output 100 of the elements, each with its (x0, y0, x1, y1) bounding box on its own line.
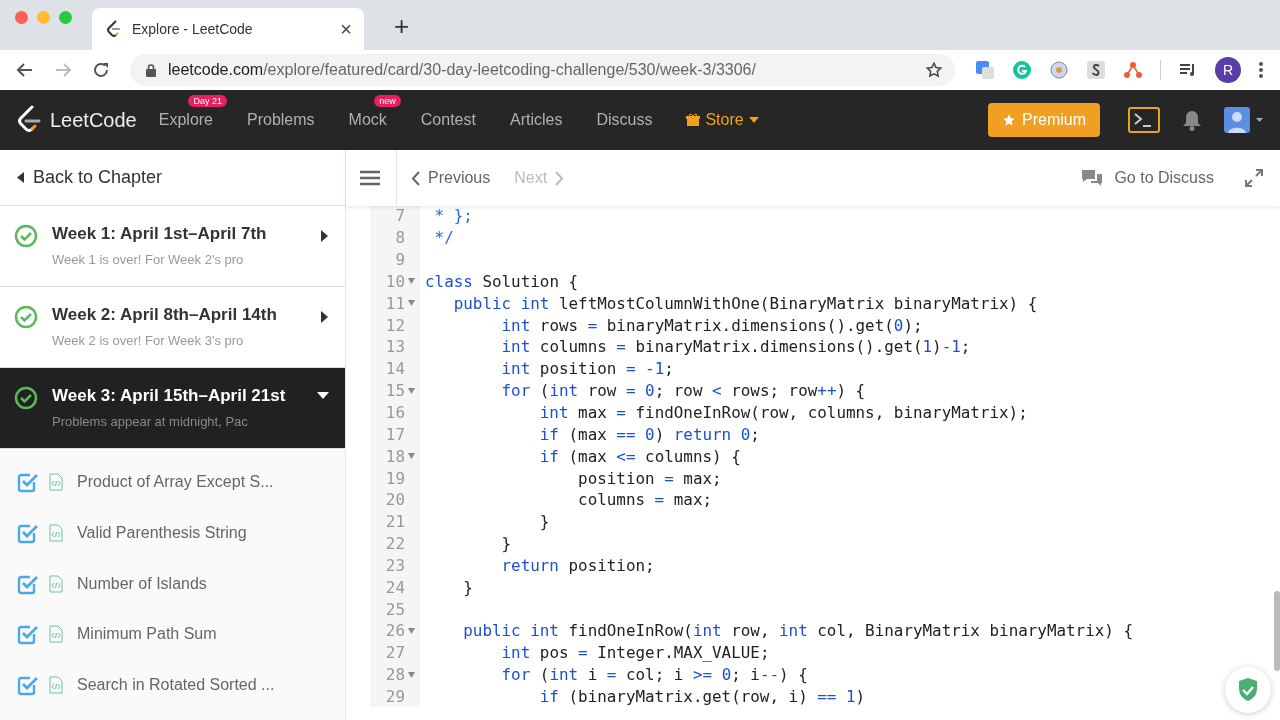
code-file-icon (49, 625, 63, 644)
line-number: 19 (385, 468, 405, 488)
fold-arrow-icon[interactable] (408, 671, 415, 678)
chapter-title: Week 3: April 15th–April 21st (52, 386, 287, 406)
chapter-title: Week 2: April 8th–April 14th (52, 305, 278, 325)
expand-icon[interactable] (1244, 168, 1264, 188)
chevron-left-icon (411, 170, 420, 186)
go-to-discuss-link[interactable]: Go to Discuss (1080, 168, 1214, 188)
code-line: class Solution { (424, 271, 579, 291)
nav-badge: new (374, 95, 401, 107)
code-line: columns = max; (577, 490, 713, 510)
nav-link[interactable]: Problems (247, 111, 315, 128)
fold-arrow-icon[interactable] (408, 300, 415, 307)
line-number: 29 (385, 687, 405, 706)
code-line: } (538, 512, 550, 532)
line-number: 16 (385, 403, 405, 422)
code-file-icon (49, 574, 63, 593)
line-number: 27 (385, 643, 405, 663)
chapter-item[interactable]: Week 1: April 1st–April 7th Week 1 is over! For Week 2's pro (0, 206, 345, 287)
close-window-button[interactable] (15, 10, 28, 24)
problem-link[interactable]: Minimum Path Sum (77, 625, 217, 644)
code-line: public int findOneInRow(int row, int col, BinaryMatrix binaryMatrix) { (462, 621, 1133, 641)
line-number: 21 (385, 512, 405, 532)
line-number: 23 (385, 555, 405, 575)
fold-arrow-icon[interactable] (408, 387, 415, 394)
code-line: return position; (500, 555, 655, 575)
code-line: } (500, 534, 512, 554)
line-number: 7 (395, 206, 405, 226)
line-number: 8 (395, 228, 405, 248)
grammar-icon[interactable] (1012, 60, 1032, 80)
line-number: 25 (385, 599, 405, 619)
line-number: 17 (385, 424, 405, 444)
terminal-icon[interactable] (1128, 107, 1160, 133)
browser-tab[interactable]: Explore - LeetCode × (92, 8, 364, 50)
store-menu[interactable]: Store (686, 111, 759, 129)
scrollbar[interactable] (1274, 591, 1280, 671)
chat-bubbles-icon (1080, 168, 1105, 188)
nav-link[interactable]: Discuss (596, 111, 653, 128)
code-line: int max = findOneInRow(row, columns, binaryMatrix); (538, 403, 1028, 422)
nav-badge: Day 21 (188, 95, 227, 107)
line-number: 10 (385, 271, 405, 291)
zoom-window-button[interactable] (59, 10, 72, 24)
chapter-subtitle: Problems appear at midnight, Pac (52, 414, 248, 429)
more-menu-icon[interactable] (1258, 61, 1264, 79)
close-tab-button[interactable]: × (340, 17, 352, 41)
line-number: 18 (385, 446, 405, 466)
star-icon (1002, 113, 1016, 127)
fold-arrow-icon[interactable] (408, 453, 415, 460)
globe-icon[interactable] (1049, 60, 1069, 80)
nav-link[interactable]: Articles (509, 111, 563, 128)
address-field[interactable]: leetcode.com/explore/featured/card/30-day-leetcoding-challenge/530/week-3/3306/ (130, 54, 955, 86)
back-arrow-icon[interactable] (16, 61, 34, 79)
fold-arrow-icon[interactable] (408, 627, 415, 634)
gift-icon (686, 113, 701, 127)
chapter-subtitle: Week 2 is over! For Week 3's pro (52, 333, 244, 348)
code-line: if (max <= columns) { (538, 446, 741, 466)
line-number: 26 (385, 621, 405, 641)
previous-button[interactable]: Previous (411, 169, 491, 187)
chapter-item[interactable]: Week 3: April 15th–April 21st Problems appear at midnight, Pac (0, 368, 345, 449)
code-line: public int leftMostColumnWithOne(BinaryMatrix binaryMatrix) { (452, 293, 1038, 313)
new-tab-button[interactable]: + (394, 11, 410, 42)
code-line: } (462, 577, 473, 597)
menu-icon[interactable] (360, 170, 380, 186)
code-line: for (int row = 0; row < rows; row++) { (500, 381, 866, 401)
line-number: 12 (385, 315, 405, 335)
code-line: int rows = binaryMatrix.dimensions().get(0); (500, 315, 923, 335)
code-file-icon (49, 676, 63, 695)
logo-icon[interactable] (16, 105, 42, 135)
reload-icon[interactable] (92, 61, 110, 79)
logo-text[interactable]: LeetCode (50, 108, 137, 132)
problem-link[interactable]: Valid Parenthesis String (77, 524, 247, 543)
back-to-chapter-link[interactable]: Back to Chapter (0, 150, 345, 206)
translate-icon[interactable] (975, 60, 995, 80)
notification-bell-icon[interactable] (1182, 109, 1202, 131)
chapter-subtitle: Week 1 is over! For Week 2's pro (52, 252, 244, 267)
code-file-icon (49, 473, 63, 492)
extension-s-icon[interactable] (1086, 60, 1106, 80)
profile-avatar[interactable]: R (1215, 57, 1241, 83)
nav-link[interactable]: Mock (348, 111, 387, 128)
bookmark-star-icon[interactable] (925, 61, 943, 79)
line-number: 11 (385, 293, 405, 313)
forward-arrow-icon[interactable] (54, 61, 72, 79)
problem-link[interactable]: Product of Array Except S... (77, 473, 274, 492)
line-number: 24 (385, 577, 405, 597)
line-number: 13 (385, 337, 405, 357)
caret-right-icon (321, 311, 329, 323)
code-line: if (binaryMatrix.get(row, i) == 1) (538, 687, 866, 706)
chapter-title: Week 1: April 1st–April 7th (52, 224, 268, 244)
nav-link[interactable]: Contest (420, 111, 476, 128)
line-number: 22 (385, 534, 405, 554)
fold-arrow-icon[interactable] (408, 278, 415, 285)
line-number: 14 (385, 359, 405, 379)
chapter-item[interactable]: Week 2: April 8th–April 14th Week 2 is over! For Week 3's pro (0, 287, 345, 368)
code-line: * }; (433, 206, 473, 226)
problem-link[interactable]: Number of Islands (77, 574, 207, 593)
line-number: 20 (385, 490, 405, 510)
nav-link[interactable]: Explore (158, 111, 213, 128)
user-avatar-icon[interactable] (1224, 107, 1264, 133)
network-icon[interactable] (1123, 60, 1143, 80)
problem-link[interactable]: Search in Rotated Sorted ... (77, 676, 275, 695)
